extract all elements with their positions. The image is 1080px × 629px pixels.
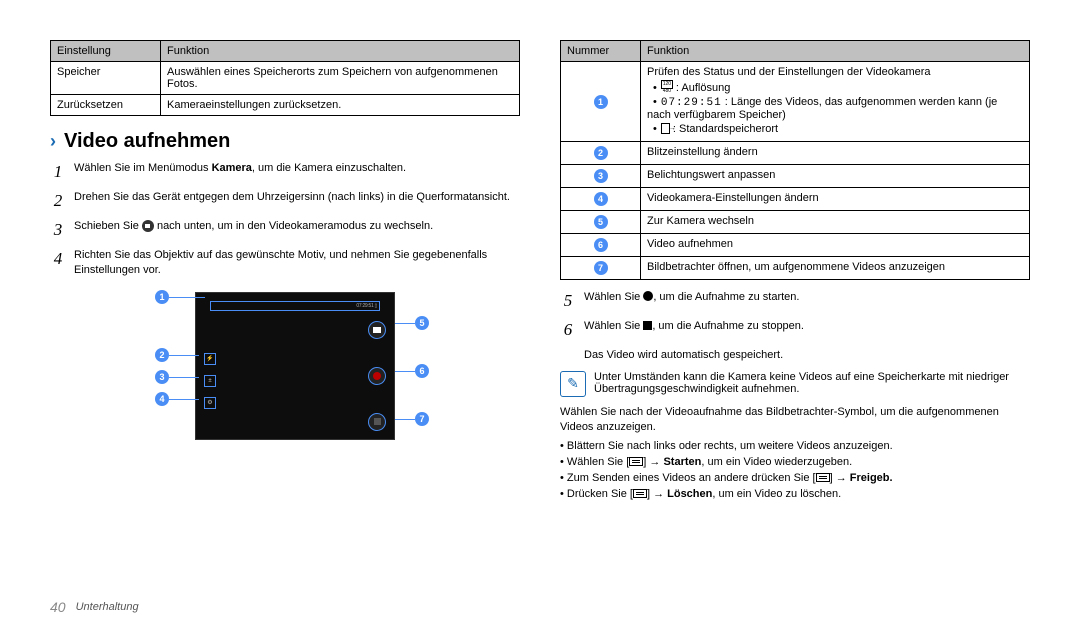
table-row: 2Blitzeinstellung ändern: [561, 142, 1030, 165]
section-title: Video aufnehmen: [64, 130, 230, 153]
storage-icon: [661, 123, 670, 134]
th-setting: Einstellung: [51, 41, 161, 62]
th-function: Funktion: [641, 41, 1030, 62]
bullet-item: Drücken Sie [] → Löschen, um ein Video z…: [568, 488, 1030, 500]
callout-7: 7: [415, 412, 429, 426]
table-row: 6Video aufnehmen: [561, 234, 1030, 257]
exposure-icon: ±: [204, 375, 216, 387]
chevron-icon: ›: [50, 131, 56, 152]
step-text: Wählen Sie , um die Aufnahme zu stoppen.: [584, 319, 804, 342]
menu-icon: [816, 473, 830, 482]
bullet-item: Wählen Sie [] → Starten, um ein Video wi…: [568, 456, 1030, 468]
settings-table: Einstellung Funktion Speicher Auswählen …: [50, 40, 520, 116]
table-row: 7Bildbetrachter öffnen, um aufgenommene …: [561, 257, 1030, 280]
viewer-info: Wählen Sie nach der Videoaufnahme das Bi…: [560, 405, 1030, 435]
callout-4: 4: [155, 392, 169, 406]
mode-switch-icon: [368, 321, 386, 339]
table-row: 4Videokamera-Einstellungen ändern: [561, 188, 1030, 211]
step-text: Drehen Sie das Gerät entgegen dem Uhrzei…: [74, 190, 510, 213]
callout-2: 2: [155, 348, 169, 362]
note-text: Unter Umständen kann die Kamera keine Vi…: [594, 371, 1030, 397]
step-text: Wählen Sie im Menümodus Kamera, um die K…: [74, 161, 406, 184]
device-screenshot: 07:29:51 ▯ ⚡ ± ⚙ 1 2 3 4: [95, 286, 475, 446]
page-footer: 40 Unterhaltung: [50, 599, 139, 615]
status-bar: 07:29:51 ▯: [210, 301, 380, 311]
record-dot-icon: [643, 291, 653, 301]
footer-section: Unterhaltung: [76, 601, 139, 613]
step-number: 1: [50, 161, 66, 184]
viewer-icon: [368, 413, 386, 431]
step-text: Wählen Sie , um die Aufnahme zu starten.: [584, 290, 799, 313]
num-1: 1: [594, 95, 608, 109]
record-icon: [368, 367, 386, 385]
table-row: Zurücksetzen Kameraeinstellungen zurücks…: [51, 95, 520, 116]
save-info: Das Video wird automatisch gespeichert.: [584, 348, 1030, 363]
camera-icon: [142, 220, 154, 232]
step-text: Richten Sie das Objektiv auf das gewünsc…: [74, 248, 520, 278]
menu-icon: [633, 489, 647, 498]
step-text: Schieben Sie nach unten, um in den Video…: [74, 219, 433, 242]
gear-icon: ⚙: [204, 397, 216, 409]
menu-icon: [629, 457, 643, 466]
stop-icon: [643, 321, 652, 330]
step-number: 4: [50, 248, 66, 278]
bullet-item: Zum Senden eines Videos an andere drücke…: [568, 472, 1030, 484]
step-number: 2: [50, 190, 66, 213]
table-row: 5Zur Kamera wechseln: [561, 211, 1030, 234]
table-row: 3Belichtungswert anpassen: [561, 165, 1030, 188]
note-box: ✎ Unter Umständen kann die Kamera keine …: [560, 371, 1030, 397]
section-heading: › Video aufnehmen: [50, 130, 520, 153]
callout-1: 1: [155, 290, 169, 304]
table-row: Speicher Auswählen eines Speicherorts zu…: [51, 62, 520, 95]
th-number: Nummer: [561, 41, 641, 62]
step-number: 3: [50, 219, 66, 242]
table-row: 1 Prüfen des Status und der Einstellunge…: [561, 62, 1030, 142]
th-function: Funktion: [161, 41, 520, 62]
resolution-icon: 120480: [661, 80, 673, 89]
callout-3: 3: [155, 370, 169, 384]
page-number: 40: [50, 599, 66, 615]
note-icon: ✎: [560, 371, 586, 397]
step-number: 6: [560, 319, 576, 342]
callout-table: Nummer Funktion 1 Prüfen des Status und …: [560, 40, 1030, 280]
step-number: 5: [560, 290, 576, 313]
bullet-item: Blättern Sie nach links oder rechts, um …: [568, 440, 1030, 452]
callout-5: 5: [415, 316, 429, 330]
callout-6: 6: [415, 364, 429, 378]
flash-icon: ⚡: [204, 353, 216, 365]
